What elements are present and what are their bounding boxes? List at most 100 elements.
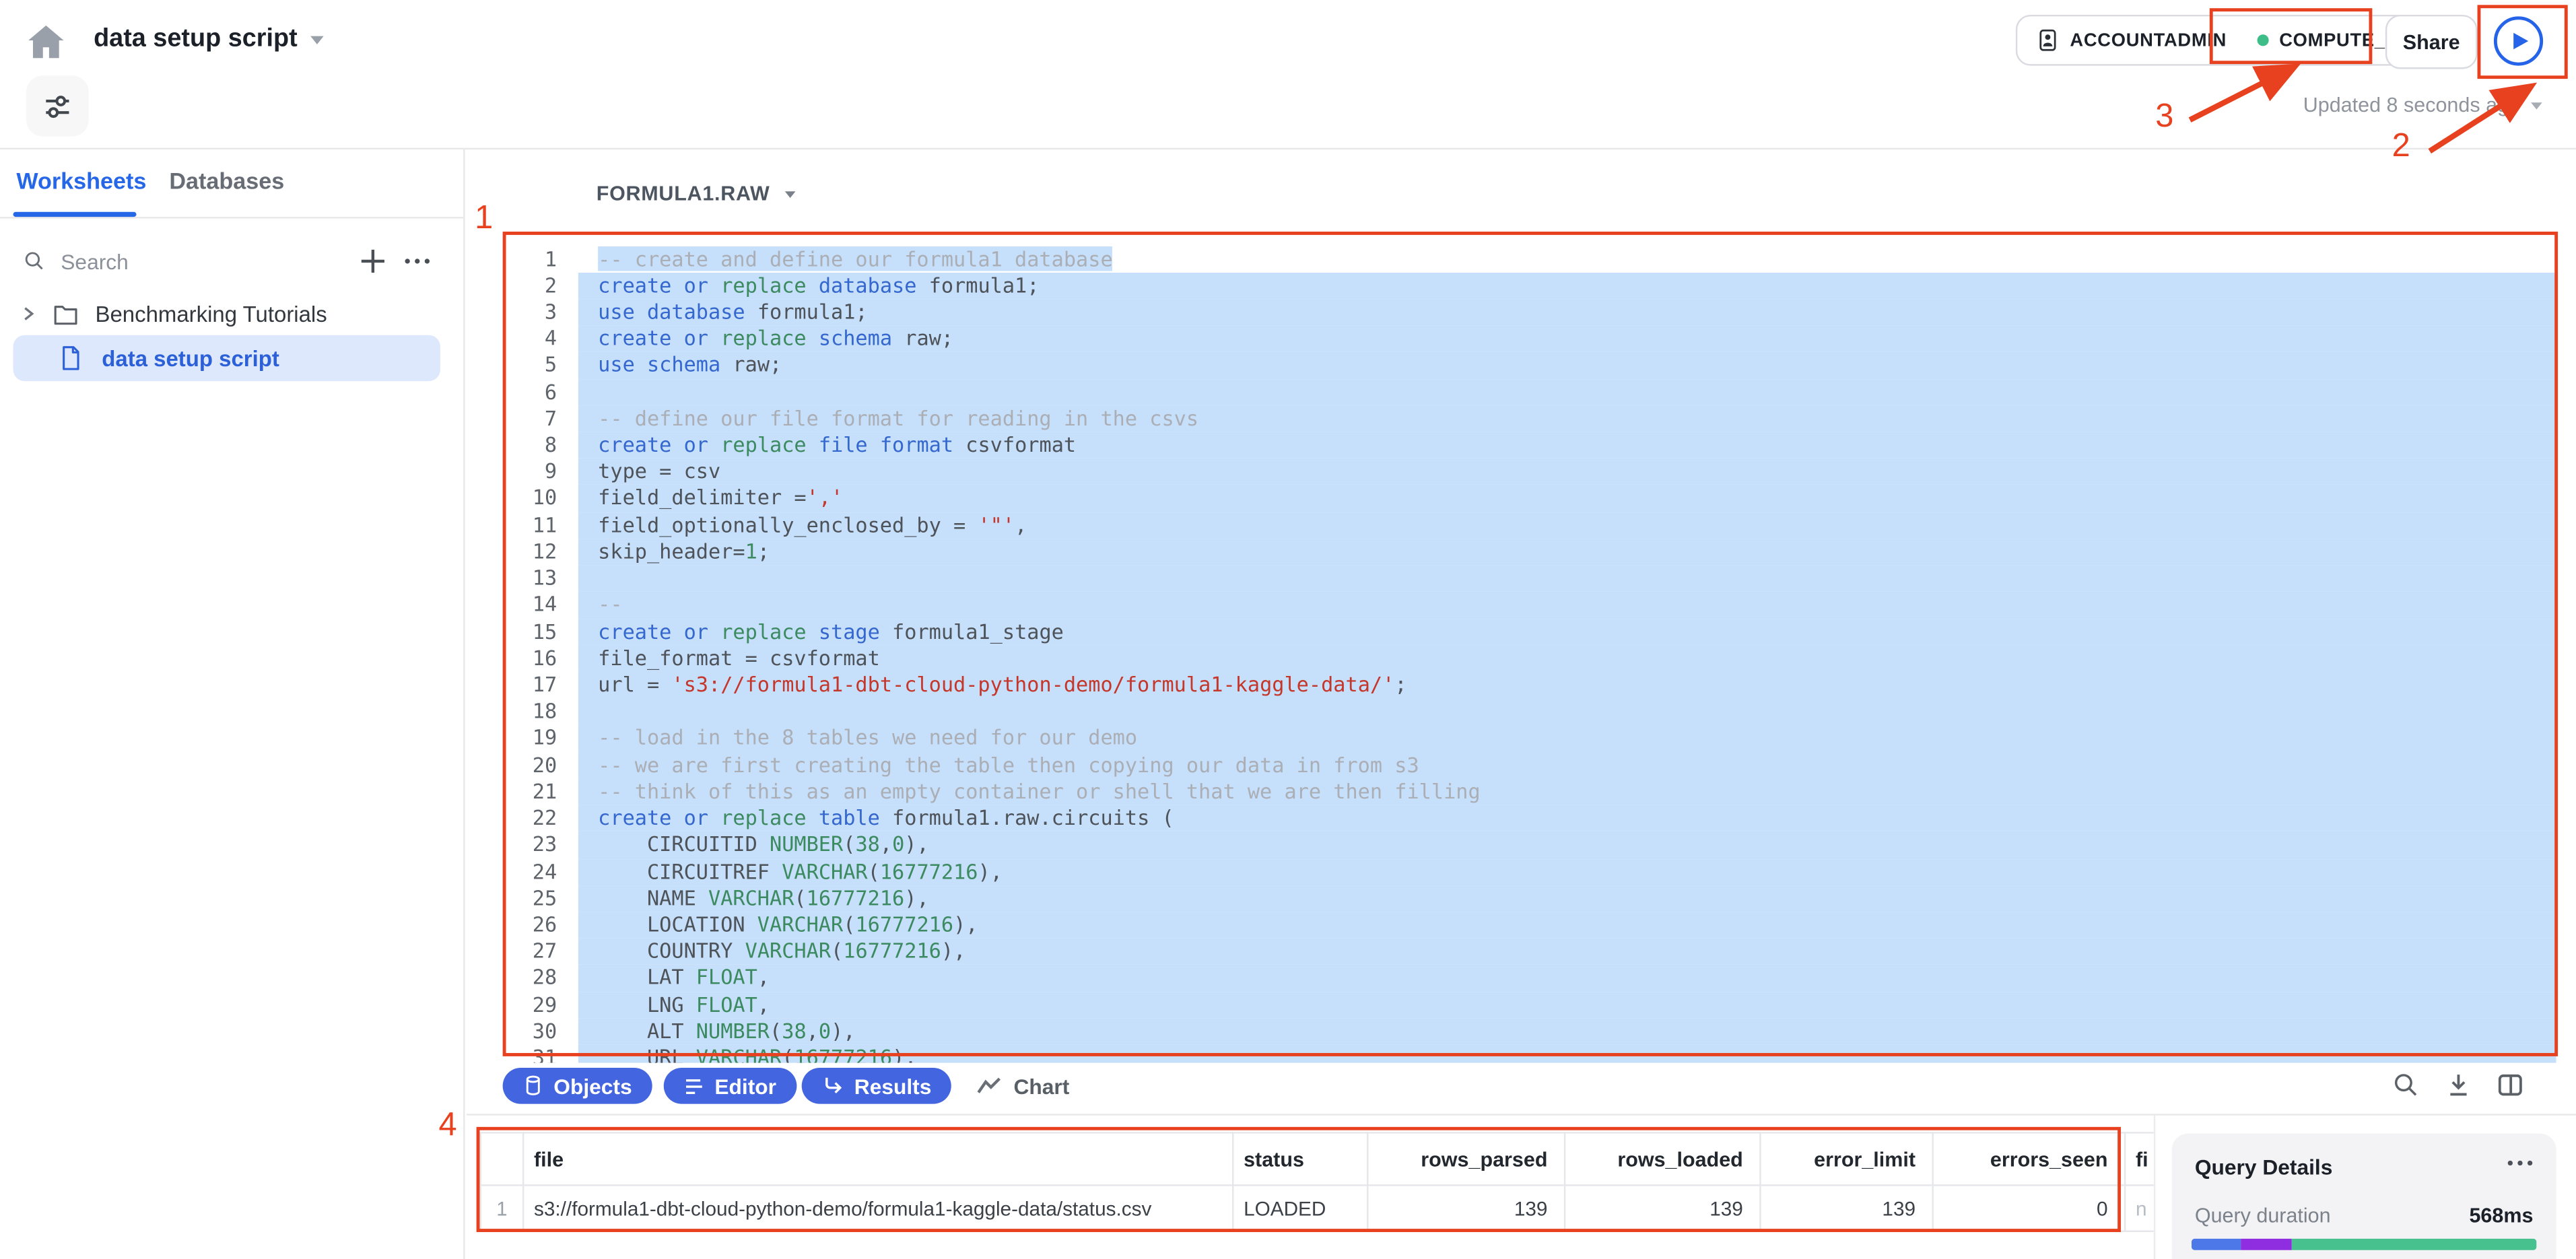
column-header[interactable]: fi: [2125, 1132, 2154, 1185]
column-header[interactable]: [481, 1132, 523, 1185]
objects-toggle-button[interactable]: Objects: [503, 1068, 652, 1104]
code-line[interactable]: 11field_optionally_enclosed_by = '"',: [504, 512, 2556, 539]
code-line[interactable]: 4create or replace schema raw;: [504, 326, 2556, 353]
table-cell[interactable]: 139: [1760, 1185, 1932, 1231]
tab-worksheets[interactable]: Worksheets: [16, 168, 146, 194]
table-cell[interactable]: 139: [1367, 1185, 1565, 1231]
code-line[interactable]: 12skip_header=1;: [504, 539, 2556, 566]
line-number: 18: [504, 699, 578, 726]
split-view-button[interactable]: [2495, 1071, 2523, 1099]
sql-editor[interactable]: 1-- create and define our formula1 datab…: [504, 236, 2556, 1062]
line-number: 9: [504, 458, 578, 485]
search-placeholder: Search: [61, 249, 129, 274]
code-line[interactable]: 13: [504, 566, 2556, 592]
code-line[interactable]: 9type = csv: [504, 458, 2556, 485]
more-options-button[interactable]: [403, 250, 432, 273]
table-cell[interactable]: 0: [1933, 1185, 2125, 1231]
query-duration-bar: [2192, 1239, 2536, 1250]
line-number: 3: [504, 299, 578, 326]
tab-databases[interactable]: Databases: [169, 168, 284, 194]
download-results-button[interactable]: [2445, 1071, 2472, 1099]
sidebar-item-folder[interactable]: Benchmarking Tutorials: [0, 294, 465, 334]
query-details-menu-button[interactable]: [2505, 1151, 2535, 1174]
line-number: 12: [504, 539, 578, 566]
code-line[interactable]: 10field_delimiter =',': [504, 485, 2556, 512]
column-header[interactable]: rows_loaded: [1565, 1132, 1760, 1185]
line-number: 4: [504, 326, 578, 353]
sidebar-item-worksheet-selected[interactable]: data setup script: [13, 335, 440, 381]
column-header[interactable]: error_limit: [1760, 1132, 1932, 1185]
line-number: 22: [504, 805, 578, 832]
editor-toggle-button[interactable]: Editor: [664, 1068, 796, 1104]
new-worksheet-button[interactable]: [358, 246, 388, 276]
code-line[interactable]: 20-- we are first creating the table the…: [504, 752, 2556, 779]
code-line[interactable]: 5use schema raw;: [504, 352, 2556, 379]
code-line[interactable]: 15create or replace stage formula1_stage: [504, 619, 2556, 646]
share-button[interactable]: Share: [2385, 15, 2478, 69]
code-line[interactable]: 29 LNG FLOAT,: [504, 992, 2556, 1019]
code-line[interactable]: 23 CIRCUITID NUMBER(38,0),: [504, 831, 2556, 858]
line-number: 14: [504, 592, 578, 619]
duration-bar-segment-compilation: [2192, 1239, 2241, 1250]
code-line[interactable]: 25 NAME VARCHAR(16777216),: [504, 885, 2556, 912]
table-cell[interactable]: 1: [481, 1185, 523, 1231]
code-line[interactable]: 30 ALT NUMBER(38,0),: [504, 1018, 2556, 1045]
updated-status[interactable]: Updated 8 seconds ago: [2202, 94, 2544, 116]
table-cell[interactable]: 139: [1565, 1185, 1760, 1231]
results-toggle-button[interactable]: Results: [802, 1068, 951, 1104]
code-line[interactable]: 21-- think of this as an empty container…: [504, 778, 2556, 805]
top-bar: data setup script ACCOUNTADMIN COMPUTE_W…: [0, 0, 2576, 149]
sidebar-search-row: Search: [0, 240, 465, 282]
line-number: 8: [504, 432, 578, 459]
home-icon[interactable]: [23, 20, 69, 65]
results-table: filestatusrows_parsedrows_loadederror_li…: [479, 1132, 2153, 1233]
text-lines-icon: [683, 1075, 705, 1097]
chevron-down-icon: [784, 191, 795, 197]
table-cell[interactable]: LOADED: [1233, 1185, 1367, 1231]
code-line[interactable]: 1-- create and define our formula1 datab…: [504, 246, 2556, 273]
code-line[interactable]: 2create or replace database formula1;: [504, 272, 2556, 299]
code-line[interactable]: 14--: [504, 592, 2556, 619]
code-line[interactable]: 28 LAT FLOAT,: [504, 965, 2556, 992]
column-header[interactable]: status: [1233, 1132, 1367, 1185]
column-header[interactable]: file: [523, 1132, 1233, 1185]
ellipsis-icon: [2505, 1151, 2535, 1174]
code-line[interactable]: 17url = 's3://formula1-dbt-cloud-python-…: [504, 672, 2556, 699]
code-line[interactable]: 31 URL VARCHAR(16777216),: [504, 1045, 2556, 1062]
code-line[interactable]: 6: [504, 379, 2556, 406]
download-icon: [2445, 1071, 2472, 1099]
code-line[interactable]: 3use database formula1;: [504, 299, 2556, 326]
search-results-button[interactable]: [2392, 1071, 2420, 1099]
line-number: 21: [504, 778, 578, 805]
code-line[interactable]: 8create or replace file format csvformat: [504, 432, 2556, 459]
search-input[interactable]: Search: [0, 249, 465, 274]
chart-label: Chart: [1013, 1074, 1069, 1099]
session-context-selector[interactable]: ACCOUNTADMIN COMPUTE_WH: [2016, 15, 2440, 66]
worksheet-options-button[interactable]: [26, 75, 89, 136]
worksheet-title[interactable]: data setup script: [94, 25, 324, 55]
table-cell[interactable]: n: [2125, 1185, 2154, 1231]
line-number: 28: [504, 965, 578, 992]
line-number: 24: [504, 858, 578, 885]
code-line[interactable]: 22create or replace table formula1.raw.c…: [504, 805, 2556, 832]
code-line[interactable]: 16file_format = csvformat: [504, 645, 2556, 672]
code-line[interactable]: 18: [504, 699, 2556, 726]
database-schema-selector[interactable]: FORMULA1.RAW: [597, 182, 796, 205]
database-schema-label: FORMULA1.RAW: [597, 182, 770, 205]
query-duration-label: Query duration: [2195, 1204, 2331, 1227]
column-header[interactable]: rows_parsed: [1367, 1132, 1565, 1185]
column-header[interactable]: errors_seen: [1933, 1132, 2125, 1185]
chart-toggle-button[interactable]: Chart: [976, 1068, 1069, 1104]
code-line[interactable]: 24 CIRCUITREF VARCHAR(16777216),: [504, 858, 2556, 885]
code-line[interactable]: 19-- load in the 8 tables we need for ou…: [504, 725, 2556, 752]
code-line[interactable]: 7-- define our file format for reading i…: [504, 405, 2556, 432]
table-header-row: filestatusrows_parsedrows_loadederror_li…: [481, 1132, 2154, 1185]
run-button[interactable]: [2494, 16, 2543, 65]
table-row[interactable]: 1s3://formula1-dbt-cloud-python-demo/for…: [481, 1185, 2154, 1231]
code-line[interactable]: 27 COUNTRY VARCHAR(16777216),: [504, 939, 2556, 965]
worksheet-title-text: data setup script: [94, 25, 298, 55]
code-line[interactable]: 26 LOCATION VARCHAR(16777216),: [504, 912, 2556, 939]
document-icon: [59, 345, 82, 371]
table-cell[interactable]: s3://formula1-dbt-cloud-python-demo/form…: [523, 1185, 1233, 1231]
database-icon: [522, 1075, 544, 1097]
